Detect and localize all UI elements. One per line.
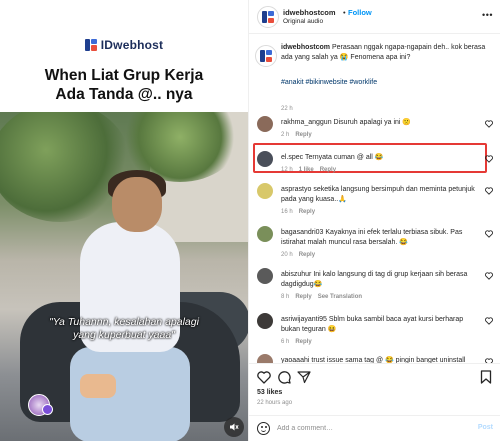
reply-button[interactable]: Reply bbox=[299, 209, 315, 215]
comment-meta: 8 h Reply See Translation bbox=[281, 294, 362, 300]
brand: IDwebhost bbox=[0, 38, 248, 52]
add-comment-bar: Post bbox=[249, 415, 500, 441]
post-timestamp: 22 hours ago bbox=[257, 400, 293, 406]
comment-time: 8 h bbox=[281, 294, 290, 300]
comment-time: 6 h bbox=[281, 339, 290, 345]
post-sidebar: idwebhostcom • Follow Original audio •••… bbox=[248, 0, 500, 441]
comment-meta: 12 h 1 like Reply bbox=[281, 167, 336, 173]
commenter-username[interactable]: bagasandri03 bbox=[281, 229, 323, 236]
commenter-avatar[interactable] bbox=[257, 116, 273, 132]
commenter-avatar[interactable] bbox=[257, 151, 273, 167]
comment-time: 16 h bbox=[281, 209, 293, 215]
comment-input[interactable] bbox=[277, 420, 457, 437]
caption-hashtags[interactable]: #anakit #bikinwebsite #worklife bbox=[281, 79, 377, 86]
bookmark-icon[interactable] bbox=[479, 370, 493, 384]
caption-username[interactable]: idwebhostcom bbox=[281, 44, 330, 51]
comment-heart-icon[interactable] bbox=[485, 272, 493, 280]
comment-heart-icon[interactable] bbox=[485, 187, 493, 195]
comment-text-block: rakhma_anggun Disuruh apalagi ya ini 🙁 bbox=[281, 118, 477, 128]
comment-text: Ternyata cuman @ all 😂 bbox=[305, 154, 384, 161]
caption-text-block: idwebhostcom Perasaan nggak ngapa-ngapai… bbox=[281, 43, 493, 63]
reply-button[interactable]: Reply bbox=[295, 132, 311, 138]
commenter-avatar[interactable] bbox=[257, 354, 273, 363]
post-media[interactable]: IDwebhost When Liat Grup Kerja Ada Tanda… bbox=[0, 0, 248, 441]
commenter-avatar[interactable] bbox=[257, 183, 273, 199]
comment-heart-icon[interactable] bbox=[485, 317, 493, 325]
video-headline: When Liat Grup Kerja Ada Tanda @.. nya bbox=[0, 66, 248, 104]
video-frame bbox=[0, 112, 248, 441]
commenter-username[interactable]: asriwijayanti95 bbox=[281, 316, 327, 323]
post-actions: 53 likes 22 hours ago bbox=[249, 363, 500, 415]
send-icon[interactable] bbox=[297, 370, 311, 384]
comment-time: 2 h bbox=[281, 132, 290, 138]
subtitle-line-2: yang kuperbuat yaaa" bbox=[73, 329, 175, 341]
speaker-muted-icon bbox=[230, 423, 239, 431]
commenter-username[interactable]: abiszuhur bbox=[281, 271, 311, 278]
caption-time: 22 h bbox=[281, 106, 293, 112]
commenter-avatar[interactable] bbox=[257, 268, 273, 284]
comment-meta: 16 h Reply bbox=[281, 209, 315, 215]
original-audio-link[interactable]: Original audio bbox=[283, 18, 323, 25]
commenter-avatar[interactable] bbox=[257, 226, 273, 242]
mute-button[interactable] bbox=[224, 417, 244, 437]
reply-button[interactable]: Reply bbox=[295, 294, 311, 300]
comment-time: 20 h bbox=[281, 252, 293, 258]
comments-list[interactable]: idwebhostcom Perasaan nggak ngapa-ngapai… bbox=[249, 34, 500, 363]
comment-text-block: yaoaaahi trust issue sama tag @ 😂 pingin… bbox=[281, 356, 477, 363]
video-subtitle: "Ya Tuhannn, kesalahan apalagi yang kupe… bbox=[0, 316, 248, 342]
audio-badge-icon bbox=[42, 404, 53, 415]
instagram-post-view: IDwebhost When Liat Grup Kerja Ada Tanda… bbox=[0, 0, 500, 441]
heart-icon[interactable] bbox=[257, 370, 271, 384]
subtitle-line-1: "Ya Tuhannn, kesalahan apalagi bbox=[49, 316, 199, 328]
comment-heart-icon[interactable] bbox=[485, 120, 493, 128]
commenter-username[interactable]: el.spec bbox=[281, 154, 303, 161]
headline-line-2: Ada Tanda @.. nya bbox=[55, 86, 193, 103]
comment-likes[interactable]: 1 like bbox=[299, 167, 314, 173]
comment-time: 12 h bbox=[281, 167, 293, 173]
brand-name: IDwebhost bbox=[100, 38, 164, 52]
comment-meta: 6 h Reply bbox=[281, 339, 312, 345]
commenter-username[interactable]: asprastyo bbox=[281, 186, 311, 193]
likes-count[interactable]: 53 likes bbox=[257, 389, 282, 396]
comment-meta: 20 h Reply bbox=[281, 252, 315, 258]
reply-button[interactable]: Reply bbox=[295, 339, 311, 345]
comment-text-block: abiszuhur Ini kalo langsung di tag di gr… bbox=[281, 270, 477, 290]
comment-text: seketika langsung bersimpuh dan meminta … bbox=[281, 186, 475, 203]
comment-meta: 2 h Reply bbox=[281, 132, 312, 138]
comment-icon[interactable] bbox=[277, 370, 291, 384]
commenter-avatar[interactable] bbox=[257, 313, 273, 329]
comment-text-block: bagasandri03 Kayaknya ini efek terlalu t… bbox=[281, 228, 477, 248]
post-comment-button[interactable]: Post bbox=[478, 424, 493, 431]
comment-heart-icon[interactable] bbox=[485, 155, 493, 163]
reply-button[interactable]: Reply bbox=[320, 167, 336, 173]
media-title-area: IDwebhost When Liat Grup Kerja Ada Tanda… bbox=[0, 0, 248, 112]
more-horizontal-icon[interactable]: ••• bbox=[482, 10, 493, 20]
emoji-icon[interactable] bbox=[257, 422, 270, 435]
idwebhost-logo-icon bbox=[84, 39, 97, 51]
header-avatar[interactable] bbox=[257, 6, 279, 28]
reply-button[interactable]: Reply bbox=[299, 252, 315, 258]
post-header: idwebhostcom • Follow Original audio ••• bbox=[249, 0, 500, 34]
headline-line-1: When Liat Grup Kerja bbox=[44, 67, 204, 84]
follow-button[interactable]: Follow bbox=[348, 8, 372, 17]
see-translation-button[interactable]: See Translation bbox=[318, 294, 362, 300]
comment-heart-icon[interactable] bbox=[485, 230, 493, 238]
commenter-username[interactable]: rakhma_anggun bbox=[281, 119, 332, 126]
header-separator: • bbox=[343, 8, 346, 17]
comment-text-block: asriwijayanti95 Sblm buka sambil baca ay… bbox=[281, 315, 477, 335]
comment-text-block: el.spec Ternyata cuman @ all 😂 bbox=[281, 153, 477, 163]
caption-avatar[interactable] bbox=[255, 45, 277, 67]
comment-text-block: asprastyo seketika langsung bersimpuh da… bbox=[281, 185, 477, 205]
comment-text: Disuruh apalagi ya ini 🙁 bbox=[333, 119, 412, 126]
header-username[interactable]: idwebhostcom bbox=[283, 8, 336, 17]
